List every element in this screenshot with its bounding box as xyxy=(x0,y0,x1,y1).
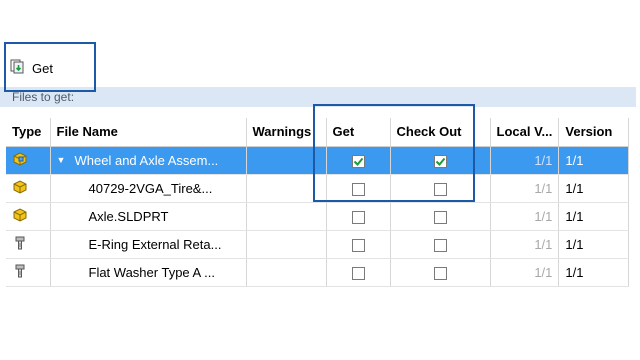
file-name-cell[interactable]: Axle.SLDPRT xyxy=(50,202,247,231)
get-button[interactable]: Get xyxy=(10,56,53,80)
assembly-icon xyxy=(12,151,28,170)
warnings-cell xyxy=(246,230,327,259)
column-check-out[interactable]: Check Out xyxy=(390,118,491,147)
warnings-cell xyxy=(246,174,327,203)
type-cell xyxy=(6,202,51,231)
check-out-checkbox[interactable] xyxy=(433,266,447,280)
get-checkbox[interactable] xyxy=(351,182,365,196)
check-out-cell xyxy=(390,230,491,259)
file-name: Wheel and Axle Assem... xyxy=(74,152,219,168)
check-out-checkbox[interactable] xyxy=(433,154,447,168)
file-name: Flat Washer Type A ... xyxy=(88,264,215,280)
column-type[interactable]: Type xyxy=(6,118,51,147)
get-checkbox[interactable] xyxy=(351,154,365,168)
type-cell xyxy=(6,258,51,287)
version-cell: 1/1 xyxy=(558,202,630,231)
warnings-cell xyxy=(246,202,327,231)
get-cell xyxy=(326,202,391,231)
get-checkbox[interactable] xyxy=(351,238,365,252)
files-table: Type File Name Warnings Get Check Out Lo… xyxy=(6,118,630,287)
part-icon xyxy=(12,207,28,226)
toolbox-part-icon xyxy=(12,235,28,254)
type-cell xyxy=(6,174,51,203)
files-to-get-label: Files to get: xyxy=(0,87,636,107)
table-row[interactable]: 40729-2VGA_Tire&... 1/1 1/1 xyxy=(6,174,630,203)
part-icon xyxy=(12,179,28,198)
check-out-cell xyxy=(390,174,491,203)
file-name-cell[interactable]: 40729-2VGA_Tire&... xyxy=(50,174,247,203)
file-name: Axle.SLDPRT xyxy=(88,208,169,224)
type-cell xyxy=(6,146,51,175)
file-name: E-Ring External Reta... xyxy=(88,236,222,252)
expand-caret-icon[interactable]: ▼ xyxy=(57,155,67,165)
file-name: 40729-2VGA_Tire&... xyxy=(88,180,213,196)
get-cell xyxy=(326,258,391,287)
table-row[interactable]: Axle.SLDPRT 1/1 1/1 xyxy=(6,202,630,231)
file-name-cell[interactable]: E-Ring External Reta... xyxy=(50,230,247,259)
toolbox-part-icon xyxy=(12,263,28,282)
check-out-checkbox[interactable] xyxy=(433,182,447,196)
get-cell xyxy=(326,174,391,203)
file-name-cell[interactable]: ▼ Wheel and Axle Assem... xyxy=(50,146,247,175)
version-cell: 1/1 xyxy=(558,146,630,175)
get-files-icon xyxy=(10,59,26,78)
column-file-name[interactable]: File Name xyxy=(50,118,247,147)
table-row[interactable]: Flat Washer Type A ... 1/1 1/1 xyxy=(6,258,630,287)
warnings-cell xyxy=(246,258,327,287)
get-cell xyxy=(326,230,391,259)
column-version[interactable]: Version xyxy=(558,118,630,147)
file-name-cell[interactable]: Flat Washer Type A ... xyxy=(50,258,247,287)
version-cell: 1/1 xyxy=(558,174,630,203)
check-out-cell xyxy=(390,146,491,175)
local-version-cell: 1/1 xyxy=(490,174,560,203)
column-local-version[interactable]: Local V... xyxy=(490,118,560,147)
version-cell: 1/1 xyxy=(558,258,630,287)
check-out-cell xyxy=(390,202,491,231)
table-row[interactable]: E-Ring External Reta... 1/1 1/1 xyxy=(6,230,630,259)
version-cell: 1/1 xyxy=(558,230,630,259)
type-cell xyxy=(6,230,51,259)
column-get[interactable]: Get xyxy=(326,118,391,147)
table-header: Type File Name Warnings Get Check Out Lo… xyxy=(6,118,630,147)
get-button-label: Get xyxy=(32,60,53,76)
column-warnings[interactable]: Warnings xyxy=(246,118,327,147)
get-checkbox[interactable] xyxy=(351,266,365,280)
check-out-checkbox[interactable] xyxy=(433,238,447,252)
warnings-cell xyxy=(246,146,327,175)
local-version-cell: 1/1 xyxy=(490,258,560,287)
local-version-cell: 1/1 xyxy=(490,202,560,231)
table-row[interactable]: ▼ Wheel and Axle Assem... 1/1 1/1 xyxy=(6,146,630,175)
get-checkbox[interactable] xyxy=(351,210,365,224)
local-version-cell: 1/1 xyxy=(490,146,560,175)
local-version-cell: 1/1 xyxy=(490,230,560,259)
check-out-checkbox[interactable] xyxy=(433,210,447,224)
get-cell xyxy=(326,146,391,175)
check-out-cell xyxy=(390,258,491,287)
